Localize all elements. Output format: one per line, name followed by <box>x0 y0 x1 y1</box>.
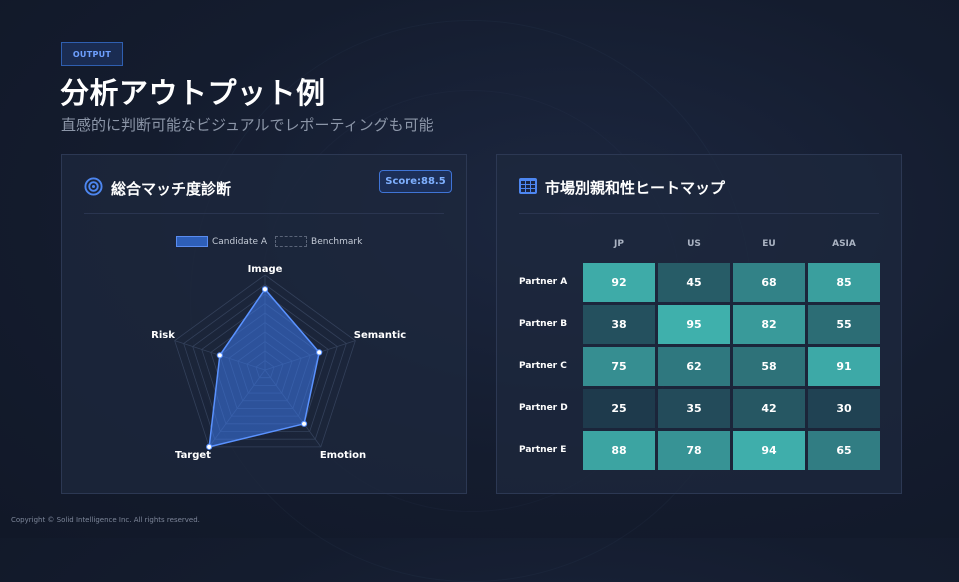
heatmap-cell: 38 <box>583 305 655 344</box>
radar-chart: Image Semantic Emotion Target Risk <box>151 264 406 461</box>
heatmap-cell: 88 <box>583 431 655 470</box>
heatmap-cell: 35 <box>658 389 730 428</box>
radar-point <box>261 286 269 293</box>
heatmap-row-header: Partner E <box>519 445 567 455</box>
section-badge: OUTPUT <box>61 42 123 66</box>
radar-point <box>300 420 308 427</box>
heatmap-row-header: Partner D <box>519 403 568 413</box>
heatmap-cell: 45 <box>658 263 730 302</box>
heatmap-cell: 25 <box>583 389 655 428</box>
heatmap-cell: 78 <box>658 431 730 470</box>
market-heatmap-panel: 市場別親和性ヒートマップ JP US EU ASIA Partner A Partner … <box>496 154 902 494</box>
heatmap-cell: 85 <box>808 263 880 302</box>
heatmap-cell: 82 <box>733 305 805 344</box>
radar-point <box>316 349 323 356</box>
heatmap-column-header: US <box>687 239 701 249</box>
match-diagnosis-panel: 総合マッチ度診断 Score:88.5 Candidate A Benchmar… <box>61 154 467 494</box>
radar-axis-label: Target <box>175 450 211 461</box>
heatmap-cell: 95 <box>658 305 730 344</box>
heatmap-cell: 75 <box>583 347 655 386</box>
heatmap-cell: 42 <box>733 389 805 428</box>
heatmap-column-header: ASIA <box>832 239 856 249</box>
market-heatmap-header: 市場別親和性ヒートマップ <box>519 177 725 198</box>
radar-axis-label: Emotion <box>320 450 366 461</box>
radar-axis-label: Risk <box>151 330 175 341</box>
heatmap-column-header: EU <box>762 239 776 249</box>
radar-point <box>216 352 223 359</box>
heatmap-cell: 55 <box>808 305 880 344</box>
heatmap-cell: 62 <box>658 347 730 386</box>
heatmap-cell: 30 <box>808 389 880 428</box>
heatmap-cell: 68 <box>733 263 805 302</box>
heatmap-cell: 92 <box>583 263 655 302</box>
heatmap-cell: 91 <box>808 347 880 386</box>
page-subtitle: 直感的に判断可能なビジュアルでレポーティングも可能 <box>61 116 434 134</box>
radar-axis-label: Semantic <box>354 330 406 341</box>
heatmap-row-header: Partner A <box>519 277 568 287</box>
radar-point <box>206 443 213 450</box>
heatmap-cell: 94 <box>733 431 805 470</box>
heatmap-row-header: Partner B <box>519 319 568 329</box>
grid-table-icon <box>519 177 537 198</box>
heatmap-cell: 58 <box>733 347 805 386</box>
heatmap-column-header: JP <box>614 239 624 249</box>
heatmap-row-header: Partner C <box>519 361 567 371</box>
copyright-footer: Copyright © Solid Intelligence Inc. All … <box>11 516 200 524</box>
heatmap-cell: 65 <box>808 431 880 470</box>
radar-axis-label: Image <box>248 264 283 275</box>
page-title: 分析アウトプット例 <box>60 76 326 110</box>
panel-divider <box>519 213 879 214</box>
market-heatmap-title: 市場別親和性ヒートマップ <box>545 179 726 197</box>
